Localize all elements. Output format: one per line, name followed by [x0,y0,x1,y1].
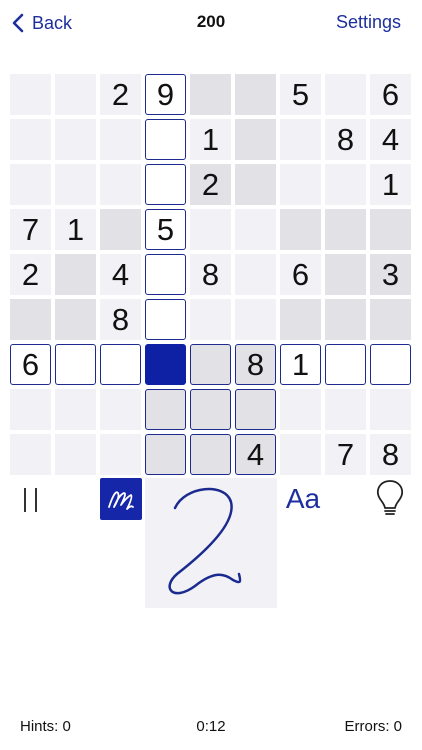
cell-r2-c4[interactable] [145,119,186,160]
cell-r6-c2[interactable] [55,299,96,340]
cell-r1-c1[interactable] [10,74,51,115]
cell-r9-c4[interactable] [145,434,186,475]
cell-r8-c4[interactable] [145,389,186,430]
cell-r5-c7[interactable]: 6 [280,254,321,295]
cell-r1-c5[interactable] [190,74,231,115]
handwriting-pad[interactable] [145,478,277,608]
cell-r5-c9[interactable]: 3 [370,254,411,295]
cell-r2-c5[interactable]: 1 [190,119,231,160]
cell-r7-c6[interactable]: 8 [235,344,276,385]
cell-r3-c8[interactable] [325,164,366,205]
cell-r2-c7[interactable] [280,119,321,160]
errors-counter: Errors: 0 [344,718,402,735]
cell-r4-c7[interactable] [280,209,321,250]
cell-r1-c4[interactable]: 9 [145,74,186,115]
cell-r5-c8[interactable] [325,254,366,295]
cell-r3-c1[interactable] [10,164,51,205]
handwriting-mode-button[interactable] [100,478,142,520]
font-toggle-button[interactable]: Aa [283,482,323,516]
cell-r4-c5[interactable] [190,209,231,250]
cell-r8-c1[interactable] [10,389,51,430]
cell-r1-c8[interactable] [325,74,366,115]
cell-r9-c3[interactable] [100,434,141,475]
cell-r4-c6[interactable] [235,209,276,250]
cell-r5-c2[interactable] [55,254,96,295]
cell-r5-c6[interactable] [235,254,276,295]
cell-r3-c6[interactable] [235,164,276,205]
cell-r2-c9[interactable]: 4 [370,119,411,160]
cell-r3-c5[interactable]: 2 [190,164,231,205]
cell-r8-c9[interactable] [370,389,411,430]
sudoku-grid: 295618421715248638681478 [10,74,412,476]
cell-r2-c3[interactable] [100,119,141,160]
cell-r4-c8[interactable] [325,209,366,250]
cell-r5-c3[interactable]: 4 [100,254,141,295]
navigation-bar: Back 200 Settings [0,0,422,46]
cell-r8-c2[interactable] [55,389,96,430]
cell-r8-c3[interactable] [100,389,141,430]
cell-r7-c2[interactable] [55,344,96,385]
cell-r2-c1[interactable] [10,119,51,160]
cell-r2-c6[interactable] [235,119,276,160]
hint-button[interactable] [372,478,408,518]
handwritten-digit-stroke [168,487,242,595]
cell-r3-c4[interactable] [145,164,186,205]
cell-r7-c3[interactable] [100,344,141,385]
cell-r9-c2[interactable] [55,434,96,475]
cell-r4-c2[interactable]: 1 [55,209,96,250]
cell-r9-c5[interactable] [190,434,231,475]
cell-r1-c2[interactable] [55,74,96,115]
cell-r9-c6[interactable]: 4 [235,434,276,475]
cell-r4-c4[interactable]: 5 [145,209,186,250]
cell-r1-c6[interactable] [235,74,276,115]
cell-r8-c6[interactable] [235,389,276,430]
cell-r1-c3[interactable]: 2 [100,74,141,115]
cell-r6-c5[interactable] [190,299,231,340]
cell-r6-c3[interactable]: 8 [100,299,141,340]
cell-r7-c4[interactable] [145,344,186,385]
cell-r3-c9[interactable]: 1 [370,164,411,205]
cell-r7-c7[interactable]: 1 [280,344,321,385]
pause-icon [24,488,37,512]
cell-r1-c9[interactable]: 6 [370,74,411,115]
cell-r7-c5[interactable] [190,344,231,385]
cell-r5-c4[interactable] [145,254,186,295]
cell-r7-c9[interactable] [370,344,411,385]
cell-r6-c4[interactable] [145,299,186,340]
cell-r6-c7[interactable] [280,299,321,340]
cell-r9-c7[interactable] [280,434,321,475]
cell-r4-c9[interactable] [370,209,411,250]
lightbulb-icon [376,480,404,515]
cell-r3-c2[interactable] [55,164,96,205]
cell-r1-c7[interactable]: 5 [280,74,321,115]
cell-r8-c7[interactable] [280,389,321,430]
cell-r3-c3[interactable] [100,164,141,205]
cell-r6-c8[interactable] [325,299,366,340]
cell-r6-c9[interactable] [370,299,411,340]
cell-r5-c1[interactable]: 2 [10,254,51,295]
cell-r7-c1[interactable]: 6 [10,344,51,385]
cell-r7-c8[interactable] [325,344,366,385]
cell-r4-c3[interactable] [100,209,141,250]
cell-r9-c9[interactable]: 8 [370,434,411,475]
cell-r5-c5[interactable]: 8 [190,254,231,295]
cell-r6-c6[interactable] [235,299,276,340]
cell-r2-c2[interactable] [55,119,96,160]
cell-r3-c7[interactable] [280,164,321,205]
cell-r2-c8[interactable]: 8 [325,119,366,160]
pencil-scribble-icon [108,491,134,510]
cell-r9-c8[interactable]: 7 [325,434,366,475]
pause-button[interactable] [14,482,50,518]
cell-r8-c8[interactable] [325,389,366,430]
cell-r6-c1[interactable] [10,299,51,340]
cell-r8-c5[interactable] [190,389,231,430]
settings-button[interactable]: Settings [336,12,401,33]
cell-r4-c1[interactable]: 7 [10,209,51,250]
cell-r9-c1[interactable] [10,434,51,475]
